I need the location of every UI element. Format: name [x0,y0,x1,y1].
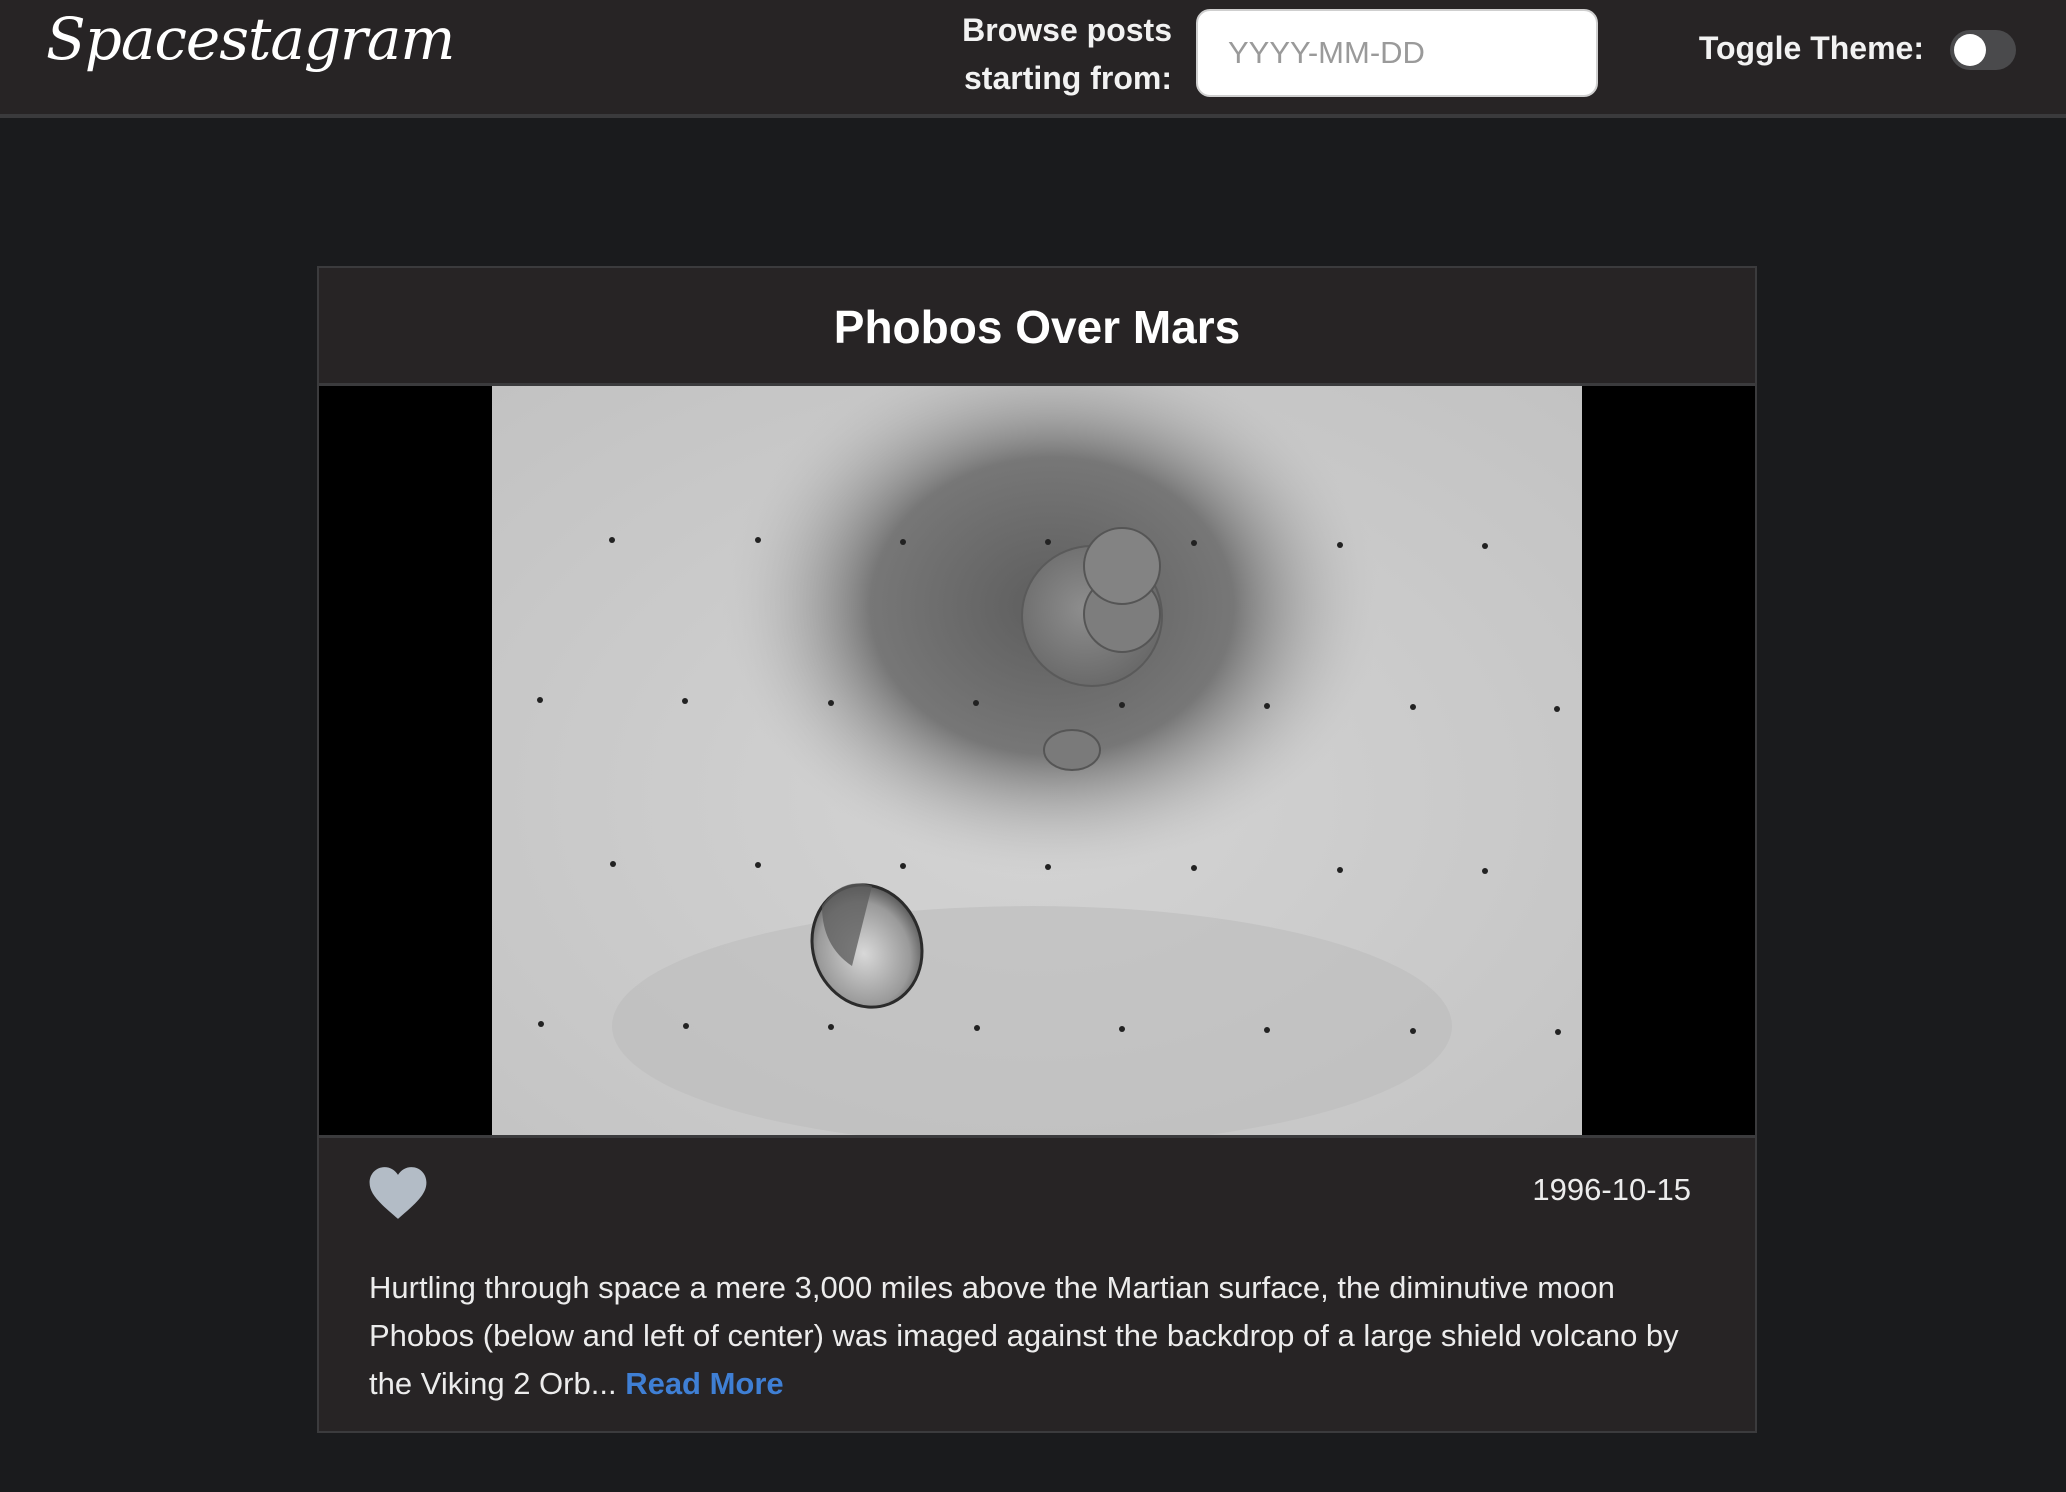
heart-icon[interactable] [367,1164,429,1222]
post-image [492,386,1582,1135]
app-logo[interactable]: Spacestagram [46,7,455,72]
post-card: Phobos Over Mars 1996-10-15 Hurtling thr… [317,266,1757,1433]
post-date: 1996-10-15 [1532,1172,1691,1207]
start-date-input[interactable] [1196,9,1598,97]
theme-toggle-label: Toggle Theme: [1698,30,1924,66]
browse-label-line1: Browse posts [962,12,1172,48]
mars-surface-patch [612,906,1452,1135]
post-description: Hurtling through space a mere 3,000 mile… [369,1264,1709,1408]
theme-toggle-switch[interactable] [1950,30,2016,70]
top-navbar: Spacestagram Browse posts starting from:… [0,0,2066,118]
read-more-link[interactable]: Read More [625,1366,783,1401]
post-title: Phobos Over Mars [319,268,1755,386]
description-text: Hurtling through space a mere 3,000 mile… [369,1270,1679,1401]
post-image-frame [319,386,1755,1138]
browse-label: Browse posts starting from: [940,6,1172,102]
toggle-knob [1954,34,1986,66]
browse-label-line2: starting from: [964,60,1172,96]
